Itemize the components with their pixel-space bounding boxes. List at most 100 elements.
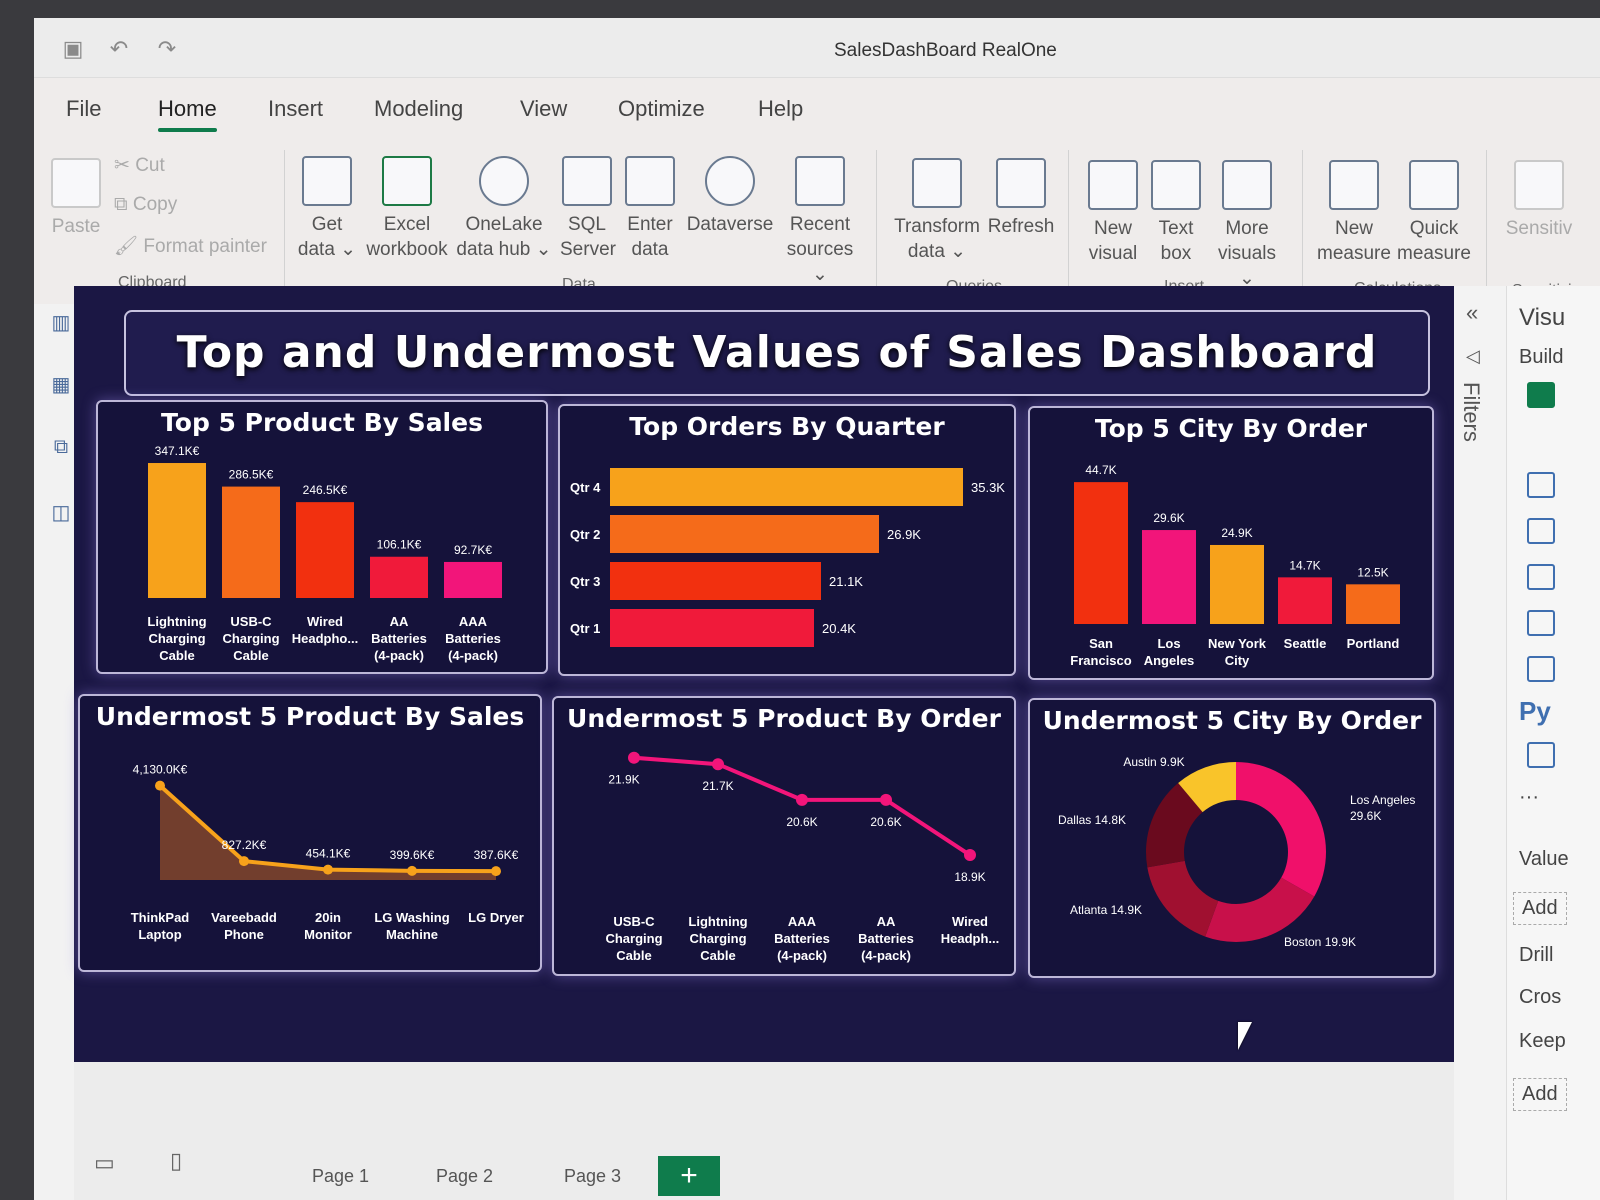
enter-data-button[interactable]: Enter data — [622, 156, 678, 262]
category-label: Lightning Charging Cable — [688, 914, 747, 963]
redo-icon[interactable]: ↷ — [154, 36, 180, 62]
button-label: Excel — [383, 214, 431, 235]
database-icon — [302, 156, 352, 206]
keep-filters-label[interactable]: Keep — [1519, 1030, 1566, 1053]
more-options-icon[interactable]: ··· — [1519, 786, 1539, 809]
line-visual-icon[interactable] — [1527, 518, 1555, 544]
menu-modeling[interactable]: Modeling — [374, 96, 463, 122]
category-label: New York City — [1208, 636, 1267, 668]
button-label: Server — [560, 239, 616, 260]
data-label: 21.1K — [829, 574, 863, 589]
ribbon-separator — [1302, 150, 1303, 290]
copy-button[interactable]: ⧉ Copy — [114, 194, 177, 216]
paginated-report-icon[interactable] — [1527, 742, 1555, 768]
menu-insert[interactable]: Insert — [268, 96, 323, 122]
data-point — [880, 793, 892, 806]
button-label: data ⌄ — [907, 241, 967, 262]
card-top-products[interactable]: Top 5 Product By Sales 347.1K€ Lightning C… — [96, 400, 548, 674]
category-label: AAA Batteries (4-pack) — [774, 914, 830, 963]
bar-chart-icon — [1088, 160, 1138, 210]
recent-sources-button[interactable]: Recent sources ⌄ — [778, 156, 862, 287]
python-visual-icon[interactable]: Py — [1519, 696, 1551, 727]
save-icon[interactable]: ▣ — [60, 36, 86, 62]
new-visual-button[interactable]: New visual — [1082, 160, 1144, 266]
cut-label: Cut — [135, 155, 165, 176]
category-label: USB-C Charging Cable — [605, 914, 662, 963]
button-label: Recent — [789, 214, 851, 235]
card-top-orders-quarter[interactable]: Top Orders By Quarter Qtr 4 35.3K Qtr 2 26.… — [558, 404, 1016, 676]
data-point — [407, 865, 417, 876]
undo-icon[interactable]: ↶ — [106, 36, 132, 62]
refresh-button[interactable]: Refresh — [986, 158, 1056, 239]
card-top-city[interactable]: Top 5 City By Order 44.7K San Francisco 29.… — [1028, 406, 1434, 680]
category-label: LG Washing Machine — [374, 910, 449, 942]
desktop-layout-icon[interactable]: ▭ — [94, 1150, 115, 1176]
category-label: Wired Headpho... — [292, 614, 358, 646]
filters-pane-label[interactable]: Filters — [1458, 382, 1484, 442]
model-view-icon[interactable]: ⧉ — [46, 436, 76, 464]
map-visual-icon[interactable] — [1527, 564, 1555, 590]
bar-visual-icon[interactable] — [1527, 472, 1555, 498]
menu-optimize[interactable]: Optimize — [618, 96, 705, 122]
matrix-visual-icon[interactable] — [1527, 610, 1555, 636]
category-label: Qtr 4 — [570, 480, 601, 495]
excel-workbook-button[interactable]: Excel workbook — [364, 156, 450, 262]
menu-file[interactable]: File — [66, 96, 101, 122]
build-tab[interactable]: Build — [1519, 346, 1563, 369]
cross-report-label[interactable]: Cros — [1519, 986, 1561, 1009]
new-measure-button[interactable]: New measure — [1316, 160, 1392, 266]
data-label: 106.1K€ — [377, 538, 422, 552]
mobile-layout-icon[interactable]: ▯ — [170, 1148, 182, 1174]
menu-home[interactable]: Home — [158, 96, 217, 132]
dataverse-button[interactable]: Dataverse — [684, 156, 776, 237]
paste-button[interactable]: Paste — [46, 158, 106, 239]
menu-help[interactable]: Help — [758, 96, 803, 122]
button-label: workbook — [366, 239, 448, 260]
page-tab-1[interactable]: Page 1 — [312, 1166, 369, 1187]
category-label: Los Angeles — [1144, 636, 1195, 668]
table-view-icon[interactable]: ▦ — [46, 372, 76, 400]
smart-narrative-icon[interactable] — [1527, 656, 1555, 682]
transform-data-button[interactable]: Transform data ⌄ — [892, 158, 982, 264]
add-values-field[interactable]: Add — [1513, 892, 1567, 925]
onelake-data-hub-button[interactable]: OneLake data hub ⌄ — [454, 156, 554, 262]
card-undermost-city[interactable]: Undermost 5 City By Order Los Angeles 29.… — [1028, 698, 1436, 978]
data-label: 26.9K — [887, 527, 921, 542]
sql-server-button[interactable]: SQL Server — [560, 156, 616, 262]
get-data-button[interactable]: Get data ⌄ — [296, 156, 358, 262]
add-page-button[interactable]: + — [658, 1156, 720, 1196]
mouse-cursor — [1238, 1022, 1252, 1050]
card-undermost-products-order[interactable]: Undermost 5 Product By Order 21.9K USB-C C… — [552, 696, 1016, 976]
cut-button[interactable]: ✂ Cut — [114, 154, 165, 177]
data-label: 387.6K€ — [474, 848, 519, 862]
button-label: Dataverse — [686, 214, 774, 235]
page-tab-3[interactable]: Page 3 — [564, 1166, 621, 1187]
quick-measure-button[interactable]: Quick measure — [1396, 160, 1472, 266]
dax-query-icon[interactable]: ◫ — [46, 500, 76, 528]
data-label: 20.4K — [822, 621, 856, 636]
more-visuals-button[interactable]: More visuals ⌄ — [1208, 160, 1286, 291]
bar — [1346, 584, 1400, 624]
add-drill-field[interactable]: Add — [1513, 1078, 1567, 1111]
category-label: LG Dryer — [468, 910, 524, 925]
data-point — [964, 849, 976, 862]
category-label: AA Batteries (4-pack) — [858, 914, 914, 963]
data-label: Atlanta 14.9K — [1070, 903, 1142, 917]
sensitivity-button[interactable]: Sensitiv — [1500, 160, 1578, 241]
data-label: 14.7K — [1289, 558, 1320, 572]
menu-view[interactable]: View — [520, 96, 567, 122]
button-label: Enter — [627, 214, 673, 235]
filter-pin-icon[interactable]: ◁ — [1466, 346, 1480, 367]
selected-visual-icon[interactable] — [1527, 382, 1555, 408]
button-label: New — [1093, 218, 1132, 239]
card-undermost-products-sales[interactable]: Undermost 5 Product By Sales 4,130.0K€ Th… — [78, 694, 542, 972]
report-view-icon[interactable]: ▥ — [46, 310, 76, 338]
category-label: AA Batteries (4-pack) — [371, 614, 427, 663]
collapse-icon[interactable]: « — [1466, 300, 1478, 326]
button-label: measure — [1397, 243, 1471, 264]
page-tab-2[interactable]: Page 2 — [436, 1166, 493, 1187]
text-box-button[interactable]: Text box — [1148, 160, 1204, 266]
data-label: 21.9K — [608, 773, 639, 787]
undermost-city-donut-chart: Los Angeles 29.6K Boston 19.9K Atlanta 14.9… — [1058, 755, 1415, 949]
format-painter-button[interactable]: 🖌 Format painter — [114, 234, 267, 258]
